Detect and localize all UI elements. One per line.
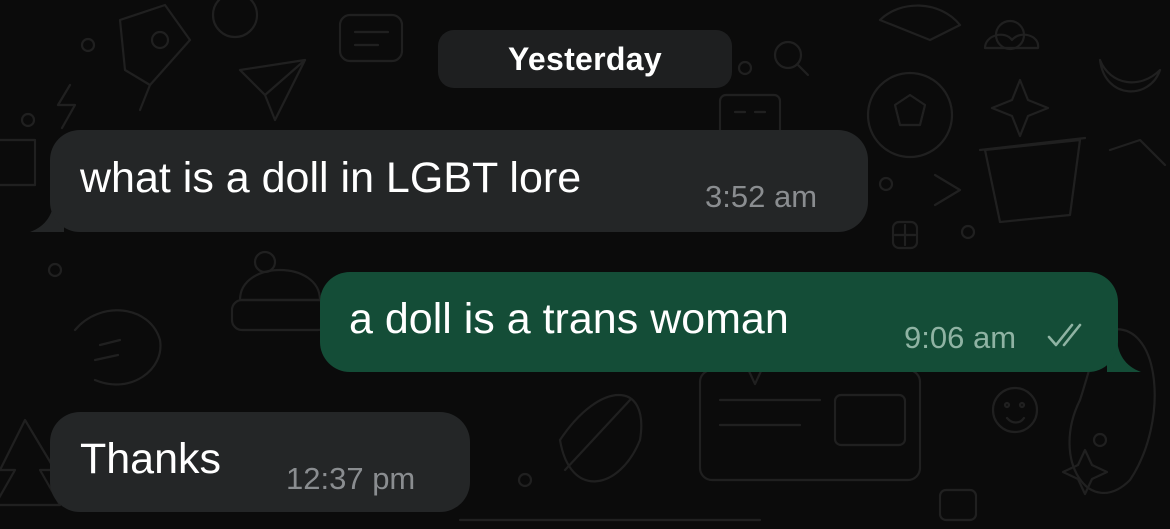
- message-timestamp: 9:06 am: [904, 320, 1017, 355]
- message-text: what is a doll in LGBT lore: [80, 154, 582, 202]
- message-text: a doll is a trans woman: [349, 295, 789, 343]
- message-bubble-outgoing[interactable]: a doll is a trans woman 9:06 am: [320, 272, 1118, 372]
- message-text: Thanks: [80, 435, 222, 483]
- message-bubble-incoming[interactable]: what is a doll in LGBT lore 3:52 am: [50, 130, 868, 232]
- message-bubble-incoming[interactable]: Thanks 12:37 pm: [50, 412, 470, 512]
- double-check-icon: [1047, 323, 1082, 347]
- message-timestamp: 3:52 am: [705, 179, 818, 214]
- chat-thread: Yesterday what is a doll in LGBT lore 3:…: [0, 0, 1170, 529]
- date-divider-label: Yesterday: [508, 40, 662, 77]
- date-divider-chip: Yesterday: [438, 30, 732, 88]
- message-timestamp: 12:37 pm: [286, 461, 416, 496]
